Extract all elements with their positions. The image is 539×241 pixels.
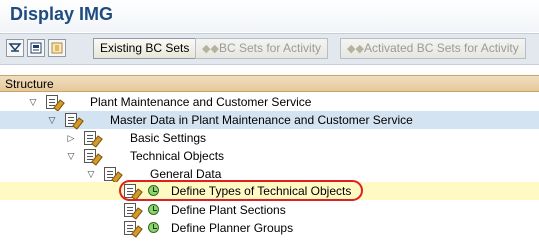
execute-activity-icon[interactable]	[148, 222, 159, 233]
tree-node-master-data[interactable]: ▽ Master Data in Plant Maintenance and C…	[0, 111, 539, 130]
collapse-arrow-icon[interactable]: ▷	[66, 129, 76, 147]
activated-bc-sets-label: Activated BC Sets for Activity	[364, 41, 519, 55]
page-title: Display IMG	[10, 4, 114, 24]
bc-sets-for-activity-label: BC Sets for Activity	[219, 41, 322, 55]
structure-column-header: Structure	[0, 75, 539, 92]
existing-bc-sets-button[interactable]: Existing BC Sets	[93, 38, 197, 59]
tree-node-label: Master Data in Plant Maintenance and Cus…	[110, 113, 413, 127]
bookmark-icon[interactable]	[48, 39, 66, 57]
documentation-icon[interactable]	[124, 221, 143, 238]
documentation-icon[interactable]	[84, 149, 103, 166]
tree-node-define-plant-sections[interactable]: Define Plant Sections	[0, 201, 539, 220]
documentation-icon[interactable]	[84, 131, 103, 148]
title-bar: Display IMG	[0, 0, 539, 32]
documentation-icon[interactable]	[46, 95, 65, 112]
bc-set-icon: ◆◆	[347, 43, 364, 55]
bc-sets-for-activity-button[interactable]: ◆◆BC Sets for Activity	[195, 38, 329, 59]
tree-node-technical-objects[interactable]: ▽ Technical Objects	[0, 147, 539, 166]
highlight-circle	[119, 180, 363, 201]
bc-set-icon: ◆◆	[202, 43, 219, 55]
documentation-icon[interactable]	[124, 203, 143, 220]
activated-bc-sets-button[interactable]: ◆◆Activated BC Sets for Activity	[340, 38, 526, 59]
application-toolbar: Existing BC Sets ◆◆BC Sets for Activity …	[0, 33, 539, 65]
save-variant-icon[interactable]	[27, 39, 45, 57]
tree-node-basic-settings[interactable]: ▷ Basic Settings	[0, 129, 539, 148]
tree-node-label: Technical Objects	[130, 149, 225, 163]
expand-arrow-icon[interactable]: ▽	[28, 93, 38, 111]
documentation-icon[interactable]	[104, 167, 123, 184]
execute-activity-icon[interactable]	[148, 204, 159, 215]
tree-node-label: Define Plant Sections	[171, 203, 286, 217]
expand-arrow-icon[interactable]: ▽	[47, 111, 57, 129]
expand-arrow-icon[interactable]: ▽	[86, 165, 96, 183]
tree-node-label: Plant Maintenance and Customer Service	[90, 95, 312, 109]
tree-node-define-planner-groups[interactable]: Define Planner Groups	[0, 219, 539, 238]
expand-arrow-icon[interactable]: ▽	[66, 147, 76, 165]
tree-node-label: Define Planner Groups	[171, 221, 294, 235]
documentation-icon[interactable]	[65, 113, 84, 130]
tree-node-plant-maintenance[interactable]: ▽ Plant Maintenance and Customer Service	[0, 93, 539, 112]
filter-icon[interactable]	[6, 39, 24, 57]
tree-node-label: Basic Settings	[130, 131, 207, 145]
